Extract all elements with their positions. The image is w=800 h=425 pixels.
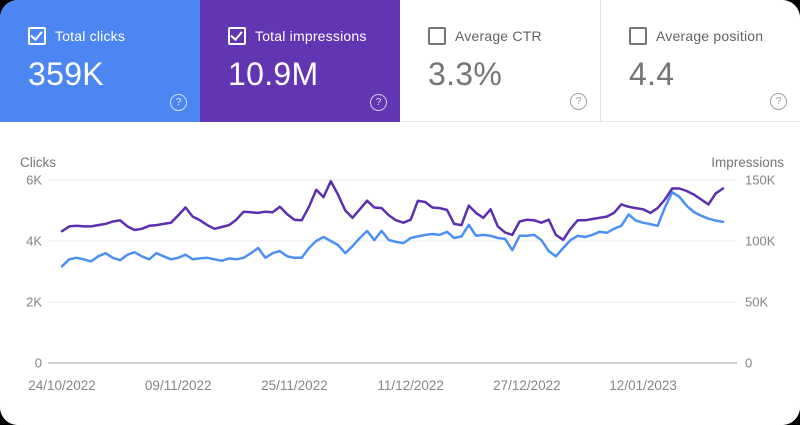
x-axis-date-label: 09/11/2022: [145, 378, 212, 393]
check-icon: [30, 28, 43, 41]
left-axis-tick-label: 0: [35, 356, 42, 371]
total-clicks-checkbox[interactable]: [28, 27, 46, 45]
left-axis-tick-label: 6K: [26, 173, 42, 188]
card-total-impressions[interactable]: Total impressions 10.9M ?: [200, 0, 400, 122]
x-axis-date-label: 25/11/2022: [261, 378, 328, 393]
card-average-position[interactable]: Average position 4.4 ?: [600, 0, 800, 122]
average-ctr-checkbox[interactable]: [428, 27, 446, 45]
right-axis-tick-label: 50K: [745, 295, 768, 310]
left-axis-tick-label: 4K: [26, 234, 42, 249]
right-axis-tick-label: 0: [745, 356, 752, 371]
help-icon[interactable]: ?: [570, 93, 587, 110]
card-label: Average position: [656, 28, 764, 44]
total-impressions-checkbox[interactable]: [228, 27, 246, 45]
help-icon[interactable]: ?: [770, 93, 787, 110]
help-icon[interactable]: ?: [170, 94, 187, 111]
x-axis-date-label: 11/12/2022: [377, 378, 444, 393]
x-axis-date-label: 12/01/2023: [609, 378, 677, 393]
average-position-value: 4.4: [629, 56, 675, 92]
left-axis-tick-label: 2K: [26, 295, 42, 310]
right-axis-tick-label: 100K: [745, 234, 776, 249]
clicks-impressions-line-chart[interactable]: 0 0 2K 50K 4K 100K 6K 150K Clicks Impressions 24/1…: [0, 140, 800, 425]
card-average-ctr[interactable]: Average CTR 3.3% ?: [400, 0, 600, 122]
performance-chart-area: 0 0 2K 50K 4K 100K 6K 150K Clicks Impressions 24/1…: [0, 140, 800, 425]
card-average-ctr-header: Average CTR: [428, 27, 600, 45]
card-label: Total clicks: [55, 28, 126, 44]
card-label: Total impressions: [255, 28, 367, 44]
left-axis-title: Clicks: [20, 155, 56, 170]
x-axis-date-label: 27/12/2022: [493, 378, 561, 393]
metric-cards-row: Total clicks 359K ? Total impressions 10…: [0, 0, 800, 122]
right-axis-tick-label: 150K: [745, 173, 776, 188]
card-label: Average CTR: [455, 28, 542, 44]
x-axis-date-label: 24/10/2022: [28, 378, 96, 393]
help-icon[interactable]: ?: [370, 94, 387, 111]
average-position-checkbox[interactable]: [629, 27, 647, 45]
average-ctr-value: 3.3%: [428, 56, 503, 92]
right-axis-title: Impressions: [711, 155, 784, 170]
total-impressions-value: 10.9M: [228, 56, 319, 92]
card-total-clicks[interactable]: Total clicks 359K ?: [0, 0, 200, 122]
card-total-impressions-header: Total impressions: [228, 27, 400, 45]
search-console-performance-panel: Total clicks 359K ? Total impressions 10…: [0, 0, 800, 425]
total-clicks-line: [60, 190, 725, 268]
card-average-position-header: Average position: [629, 27, 800, 45]
total-clicks-value: 359K: [28, 56, 104, 92]
card-total-clicks-header: Total clicks: [28, 27, 200, 45]
check-icon: [230, 28, 243, 41]
total-impressions-line: [60, 179, 725, 242]
